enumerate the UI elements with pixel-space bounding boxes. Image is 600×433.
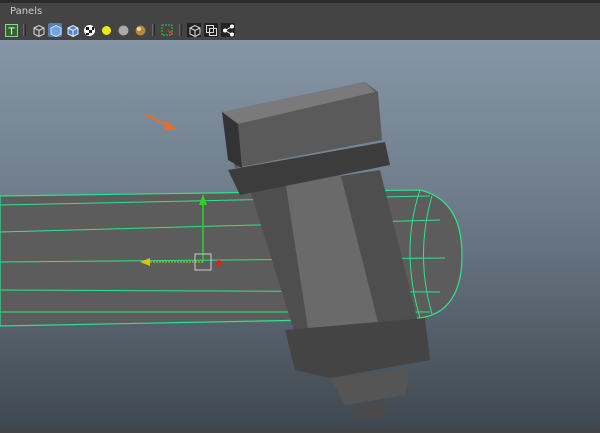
svg-text:T: T: [7, 26, 15, 37]
panel-menubar: Panels: [0, 3, 600, 20]
cube-icon[interactable]: [187, 23, 201, 37]
annotation-arrow: [145, 114, 177, 130]
toolbar-separator: [152, 24, 155, 36]
panel-toolbar: T: [0, 20, 600, 40]
gold-sphere-icon[interactable]: [133, 23, 147, 37]
menu-panels[interactable]: Panels: [10, 6, 42, 17]
share-nodes-icon[interactable]: [221, 23, 235, 37]
scene: [0, 82, 463, 420]
select-cursor-icon[interactable]: [160, 23, 174, 37]
light-ball-icon[interactable]: [99, 23, 113, 37]
checker-ball-icon[interactable]: [82, 23, 96, 37]
sphere-icon[interactable]: [116, 23, 130, 37]
text-icon[interactable]: T: [4, 23, 18, 37]
smooth-shade-cube-icon[interactable]: [48, 23, 62, 37]
textured-cube-icon[interactable]: [65, 23, 79, 37]
toolbar-separator: [23, 24, 26, 36]
isolate-icon[interactable]: [204, 23, 218, 37]
wireframe-cube-icon[interactable]: [31, 23, 45, 37]
toolbar-separator: [179, 24, 182, 36]
3d-viewport[interactable]: [0, 40, 600, 429]
